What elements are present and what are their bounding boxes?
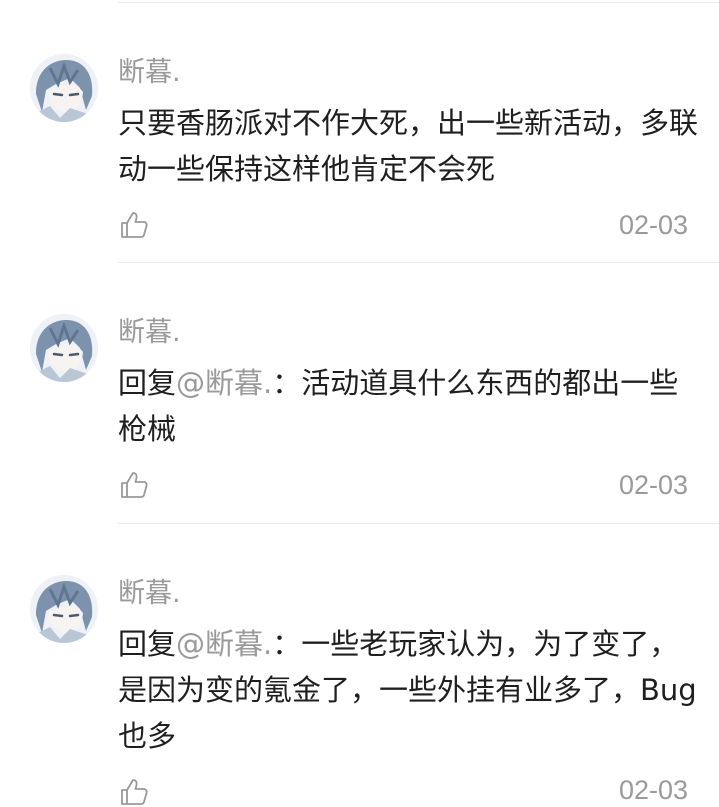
reply-mention[interactable]: @断暮.: [176, 627, 272, 661]
comment-divider: [118, 523, 719, 524]
comment-text: 回复@断暮.：一些老玩家认为，为了变了，是因为变的氪金了，一些外挂有业多了，Bu…: [118, 621, 698, 759]
comment-body: 只要香肠派对不作大死，出一些新活动，多联动一些保持这样他肯定不会死: [118, 106, 699, 186]
username[interactable]: 断暮.: [118, 571, 181, 610]
thumbs-up-icon: [121, 472, 148, 498]
reply-prefix: 回复: [118, 366, 177, 400]
anime-avatar-icon: [30, 314, 98, 382]
reply-mention[interactable]: @断暮.: [176, 366, 272, 400]
like-button[interactable]: [119, 777, 149, 807]
comment-date: 02-03: [618, 775, 688, 805]
like-button[interactable]: [119, 470, 149, 500]
comment-date: 02-03: [618, 210, 688, 240]
comment-text: 回复@断暮.：活动道具什么东西的都出一些枪械: [118, 360, 698, 452]
reply-prefix: 回复: [118, 627, 177, 661]
username[interactable]: 断暮.: [118, 310, 181, 349]
thumbs-up-icon: [121, 212, 148, 238]
like-button[interactable]: [119, 210, 149, 240]
comment-text: 只要香肠派对不作大死，出一些新活动，多联动一些保持这样他肯定不会死: [118, 100, 698, 192]
top-divider: [118, 2, 719, 3]
username[interactable]: 断暮.: [118, 50, 181, 89]
anime-avatar-icon: [30, 575, 98, 643]
anime-avatar-icon: [30, 54, 98, 122]
thumbs-up-icon: [121, 779, 148, 805]
user-avatar[interactable]: [30, 575, 98, 643]
comment-date: 02-03: [618, 470, 688, 500]
comment-divider: [118, 262, 719, 263]
user-avatar[interactable]: [30, 54, 98, 122]
user-avatar[interactable]: [30, 314, 98, 382]
